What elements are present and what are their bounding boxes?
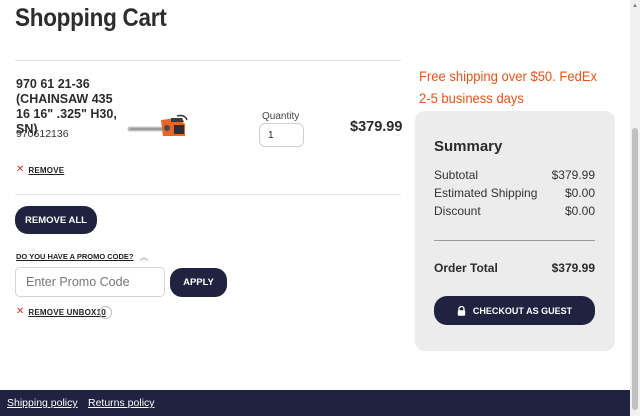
scrollbar-thumb[interactable] bbox=[632, 128, 638, 410]
subtotal-label: Subtotal bbox=[434, 168, 479, 182]
discount-row: Discount $0.00 bbox=[434, 204, 595, 218]
order-total-row: Order Total $379.99 bbox=[434, 261, 595, 275]
scrollbar[interactable]: ▲ bbox=[630, 0, 640, 416]
shipping-policy-link[interactable]: Shipping policy bbox=[7, 397, 78, 409]
quantity-input[interactable] bbox=[259, 123, 304, 147]
checkout-as-guest-button[interactable]: CHECKOUT AS GUEST bbox=[434, 296, 595, 325]
close-icon: ✕ bbox=[16, 164, 25, 175]
order-total-label: Order Total bbox=[434, 261, 498, 275]
divider bbox=[15, 60, 401, 61]
applied-promo-label[interactable]: REMOVE UNBOX10 bbox=[28, 308, 105, 317]
lock-icon bbox=[457, 305, 466, 316]
quantity-label: Quantity bbox=[262, 111, 300, 122]
remove-promo-link[interactable]: ✕ REMOVE UNBOX10 bbox=[16, 307, 106, 317]
close-icon: ✕ bbox=[16, 306, 25, 317]
divider bbox=[15, 194, 401, 195]
subtotal-row: Subtotal $379.99 bbox=[434, 168, 595, 182]
page-title: Shopping Cart bbox=[15, 4, 167, 32]
promo-code-input[interactable] bbox=[15, 267, 165, 297]
order-summary: Summary Subtotal $379.99 Estimated Shipp… bbox=[415, 111, 615, 351]
promo-code-question[interactable]: DO YOU HAVE A PROMO CODE? bbox=[16, 252, 134, 261]
scroll-up-arrow-icon[interactable]: ▲ bbox=[632, 3, 638, 9]
order-total-value: $379.99 bbox=[551, 261, 595, 275]
shipping-row: Estimated Shipping $0.00 bbox=[434, 186, 595, 200]
discount-label: Discount bbox=[434, 204, 481, 218]
chainsaw-product-image[interactable] bbox=[127, 112, 189, 142]
returns-policy-link[interactable]: Returns policy bbox=[88, 397, 155, 409]
shipping-promo-banner: Free shipping over $50. FedEx 2-5 busine… bbox=[419, 68, 598, 106]
subtotal-value: $379.99 bbox=[551, 168, 595, 182]
remove-item-link[interactable]: ✕ REMOVE bbox=[16, 165, 64, 175]
item-sku: 970612136 bbox=[16, 128, 69, 140]
discount-value: $0.00 bbox=[564, 204, 595, 218]
summary-title: Summary bbox=[434, 138, 503, 155]
apply-promo-button[interactable]: APPLY bbox=[170, 268, 227, 297]
chevron-up-icon[interactable]: ︿ bbox=[140, 252, 149, 261]
summary-divider bbox=[434, 240, 595, 241]
item-price: $379.99 bbox=[350, 119, 403, 135]
promo-code-toggle[interactable]: DO YOU HAVE A PROMO CODE? ︿ bbox=[16, 252, 149, 261]
shipping-label: Estimated Shipping bbox=[434, 186, 538, 200]
footer: Shipping policy Returns policy bbox=[0, 390, 630, 416]
info-icon[interactable]: i bbox=[99, 306, 112, 319]
checkout-label[interactable]: CHECKOUT AS GUEST bbox=[473, 306, 572, 316]
shipping-value: $0.00 bbox=[564, 186, 595, 200]
remove-item-label[interactable]: REMOVE bbox=[28, 166, 64, 175]
remove-all-button[interactable]: REMOVE ALL bbox=[15, 206, 97, 234]
